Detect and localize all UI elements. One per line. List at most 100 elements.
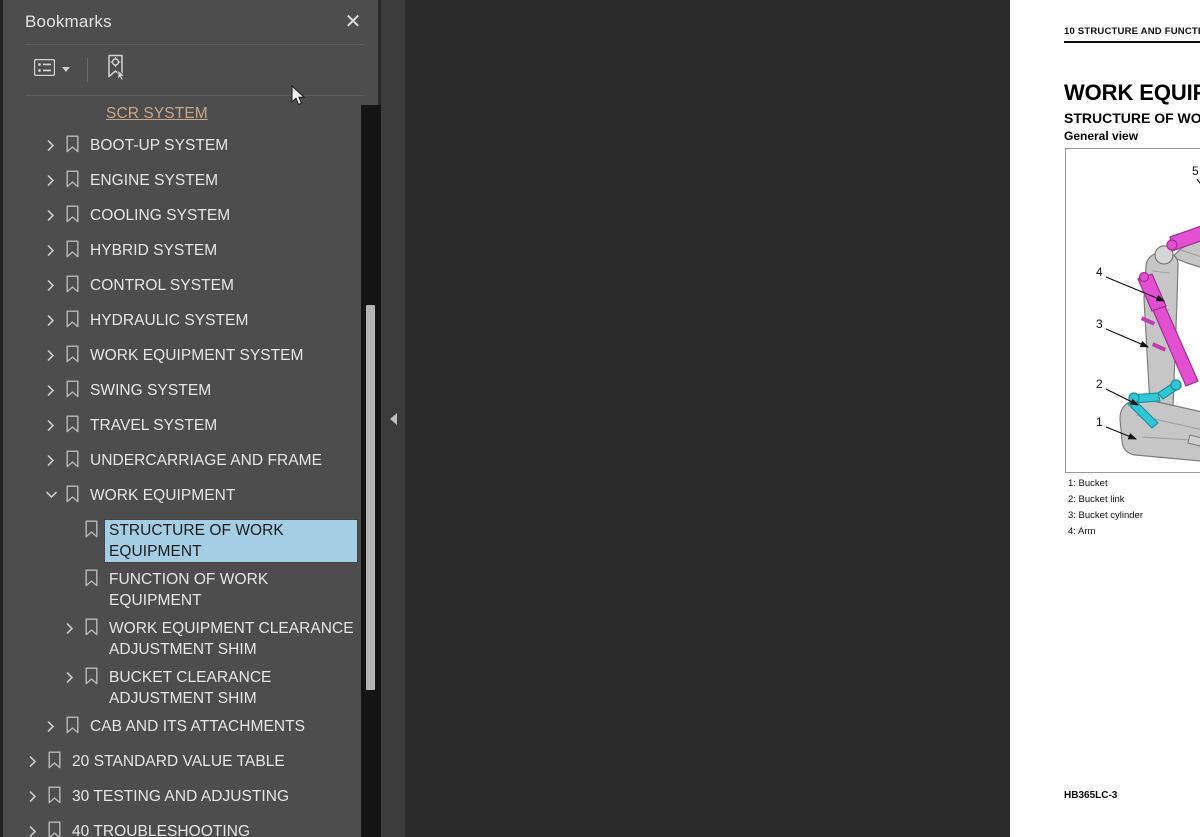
bookmark-icon xyxy=(80,569,102,590)
bookmark-icon xyxy=(80,618,102,639)
bookmark-item[interactable]: BUCKET CLEARANCE ADJUSTMENT SHIM xyxy=(3,660,361,709)
bookmark-item[interactable]: FUNCTION OF WORK EQUIPMENT xyxy=(3,562,361,611)
bookmark-item[interactable]: UNDERCARRIAGE AND FRAME xyxy=(3,443,361,478)
chevron-right-icon[interactable] xyxy=(60,618,80,638)
legend-item: 2: Bucket link xyxy=(1068,494,1125,505)
bookmark-item-label: HYDRAULIC SYSTEM xyxy=(90,312,249,329)
bookmarks-tree-scroll-area[interactable]: SCR SYSTEM BOOT-UP SYSTEM ENGINE SYSTEM CO… xyxy=(3,96,361,837)
collapse-left-icon[interactable] xyxy=(389,412,397,425)
bookmarks-toolbar xyxy=(3,44,378,95)
excavator-figure: 5 6 7 4 3 2 1 APP16156 xyxy=(1065,148,1200,473)
pdf-viewer-window: Bookmarks ✕ SCR SYSTEM BOOT-UP SYSTEM EN… xyxy=(0,0,1200,837)
new-bookmark-button[interactable] xyxy=(100,50,134,89)
bookmark-item-label: WORK EQUIPMENT SYSTEM xyxy=(90,347,304,364)
bookmark-icon xyxy=(61,135,83,156)
bookmark-icon xyxy=(43,751,65,772)
bookmark-item[interactable]: BOOT-UP SYSTEM xyxy=(3,128,361,163)
chevron-right-icon[interactable] xyxy=(41,345,61,365)
bookmark-icon xyxy=(61,450,83,471)
page-running-header: 10 STRUCTURE AND FUNCTION STRUCTURE OF W… xyxy=(1064,26,1200,43)
excavator-diagram: 5 6 7 4 3 2 1 xyxy=(1096,164,1200,462)
bookmarks-panel-header: Bookmarks ✕ xyxy=(3,0,378,44)
bookmark-item-label: 40 TROUBLESHOOTING xyxy=(72,823,251,837)
callout-3: 3 xyxy=(1096,317,1103,331)
chevron-right-icon[interactable] xyxy=(41,415,61,435)
bookmark-item[interactable]: TRAVEL SYSTEM xyxy=(3,408,361,443)
bookmark-icon xyxy=(61,275,83,296)
bookmarks-panel-title: Bookmarks xyxy=(25,12,112,31)
chevron-right-icon[interactable] xyxy=(41,450,61,470)
bookmark-item[interactable]: HYBRID SYSTEM xyxy=(3,233,361,268)
bookmark-item-label: SWING SYSTEM xyxy=(90,382,212,399)
chevron-right-icon[interactable] xyxy=(41,310,61,330)
bookmark-icon xyxy=(61,716,83,737)
bookmark-item[interactable]: SWING SYSTEM xyxy=(3,373,361,408)
callout-1: 1 xyxy=(1096,415,1103,429)
bookmark-item[interactable]: 30 TESTING AND ADJUSTING xyxy=(3,779,361,814)
sidebar-splitter[interactable] xyxy=(381,0,405,837)
bookmarks-panel: Bookmarks ✕ SCR SYSTEM BOOT-UP SYSTEM EN… xyxy=(0,0,381,837)
bookmark-icon xyxy=(61,170,83,191)
figure-legend: 1: Bucket 2: Bucket link 3: Bucket cylinde… xyxy=(1068,476,1200,540)
bookmark-item-label: BOOT-UP SYSTEM xyxy=(90,137,229,154)
callout-2: 2 xyxy=(1096,377,1103,391)
twisty-placeholder xyxy=(60,520,80,540)
bookmark-item[interactable]: WORK EQUIPMENT SYSTEM xyxy=(3,338,361,373)
close-icon[interactable]: ✕ xyxy=(342,11,364,33)
chevron-right-icon[interactable] xyxy=(41,380,61,400)
bookmark-item-label: UNDERCARRIAGE AND FRAME xyxy=(90,452,322,469)
chevron-down-icon xyxy=(62,67,70,72)
bookmark-item-label: CAB AND ITS ATTACHMENTS xyxy=(90,718,306,735)
bookmark-item[interactable]: 40 TROUBLESHOOTING xyxy=(3,814,361,837)
bookmark-item-label: HYBRID SYSTEM xyxy=(90,242,218,259)
bookmark-item-label: CONTROL SYSTEM xyxy=(90,277,234,294)
bookmark-item-label: COOLING SYSTEM xyxy=(90,207,231,224)
legend-item: 1: Bucket xyxy=(1068,478,1108,489)
chevron-right-icon[interactable] xyxy=(41,240,61,260)
bookmark-item[interactable]: HYDRAULIC SYSTEM xyxy=(3,303,361,338)
chevron-right-icon[interactable] xyxy=(60,667,80,687)
chevron-right-icon[interactable] xyxy=(23,786,43,806)
bookmark-item-scr-system[interactable]: SCR SYSTEM xyxy=(3,100,361,128)
bookmark-item[interactable]: STRUCTURE OF WORK EQUIPMENT xyxy=(3,513,361,563)
legend-item: 4: Arm xyxy=(1068,526,1096,537)
bookmark-icon xyxy=(43,786,65,807)
callout-4: 4 xyxy=(1096,265,1103,279)
bookmark-item-label: FUNCTION OF WORK EQUIPMENT xyxy=(109,571,269,609)
bookmark-icon xyxy=(61,380,83,401)
chevron-right-icon[interactable] xyxy=(23,751,43,771)
bookmarks-tree: SCR SYSTEM BOOT-UP SYSTEM ENGINE SYSTEM CO… xyxy=(3,96,361,837)
document-viewer: 10 STRUCTURE AND FUNCTION STRUCTURE OF W… xyxy=(405,0,1200,837)
chevron-right-icon[interactable] xyxy=(41,135,61,155)
bookmark-item[interactable]: WORK EQUIPMENT CLEARANCE ADJUSTMENT SHIM xyxy=(3,611,361,660)
list-options-button[interactable] xyxy=(29,55,75,85)
page-subtitle: STRUCTURE OF WORK EQUIPMENT xyxy=(1064,110,1200,126)
chevron-right-icon[interactable] xyxy=(41,170,61,190)
bookmark-item[interactable]: CONTROL SYSTEM xyxy=(3,268,361,303)
toolbar-divider xyxy=(87,57,88,82)
chevron-right-icon[interactable] xyxy=(41,205,61,225)
bookmark-item-label: TRAVEL SYSTEM xyxy=(90,417,218,434)
bookmark-item[interactable]: COOLING SYSTEM xyxy=(3,198,361,233)
bookmark-icon xyxy=(80,520,102,541)
bookmark-item-label: 20 STANDARD VALUE TABLE xyxy=(72,753,285,770)
page-section-heading: General view xyxy=(1064,129,1139,143)
bookmark-item[interactable]: ENGINE SYSTEM xyxy=(3,163,361,198)
bookmark-item[interactable]: WORK EQUIPMENT xyxy=(3,478,361,513)
chevron-right-icon[interactable] xyxy=(41,275,61,295)
twisty-placeholder xyxy=(60,569,80,589)
chevron-down-icon[interactable] xyxy=(41,485,61,505)
bookmark-icon xyxy=(61,345,83,366)
legend-column-left: 1: Bucket 2: Bucket link 3: Bucket cylinde… xyxy=(1068,476,1200,540)
bookmark-icon xyxy=(61,240,83,261)
list-options-icon xyxy=(33,58,56,81)
bookmark-icon xyxy=(61,415,83,436)
callout-5: 5 xyxy=(1192,164,1199,178)
chevron-right-icon[interactable] xyxy=(41,716,61,736)
bookmark-item[interactable]: CAB AND ITS ATTACHMENTS xyxy=(3,709,361,744)
bookmarks-scrollbar-thumb[interactable] xyxy=(366,305,375,690)
bookmark-icon xyxy=(80,667,102,688)
bookmark-item[interactable]: 20 STANDARD VALUE TABLE xyxy=(3,744,361,779)
bookmark-item-label: WORK EQUIPMENT CLEARANCE ADJUSTMENT SHIM xyxy=(109,620,354,658)
chevron-right-icon[interactable] xyxy=(23,821,43,837)
